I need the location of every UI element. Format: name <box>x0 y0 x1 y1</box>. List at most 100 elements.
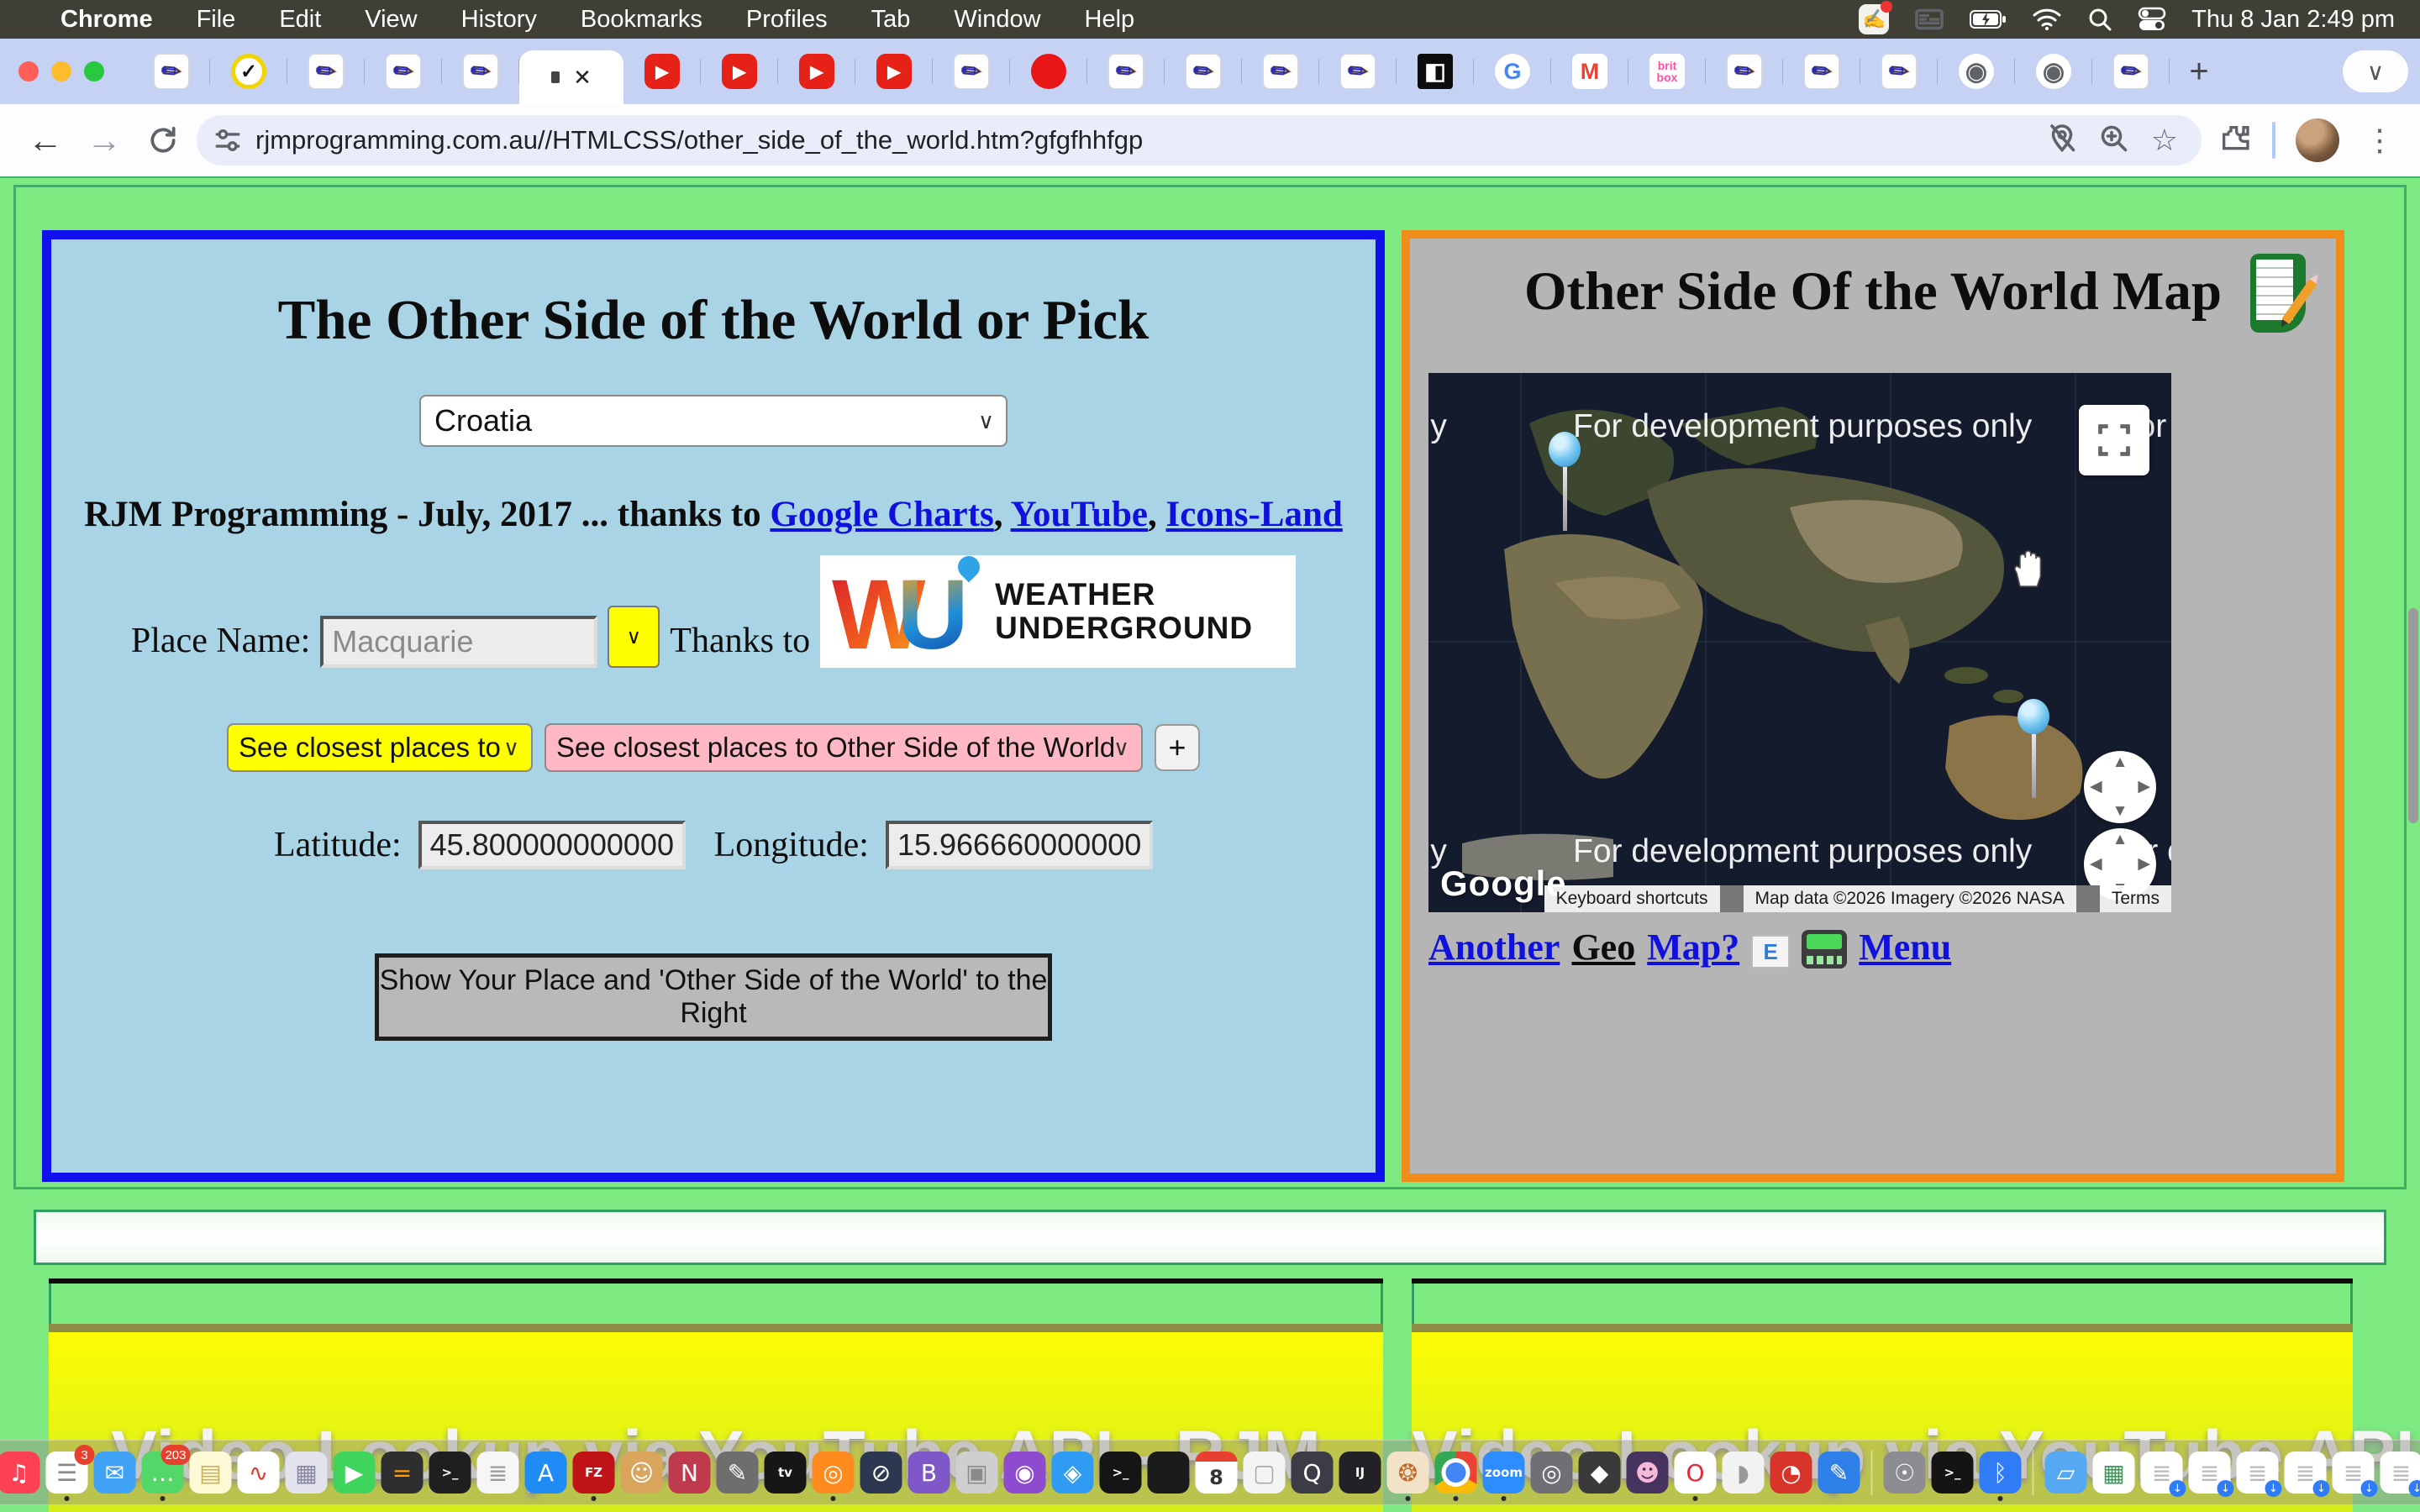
dock-news-icon[interactable]: N <box>669 1452 711 1494</box>
dock-character-app-icon[interactable]: ☻ <box>1627 1452 1669 1494</box>
profile-avatar[interactable] <box>2296 118 2339 162</box>
dock-podcasts-icon[interactable]: ◉ <box>1004 1452 1046 1494</box>
dock-accessibility-icon[interactable]: ☉ <box>1884 1452 1926 1494</box>
chrome-menu-icon[interactable]: ⋮ <box>2360 123 2400 158</box>
menu-view[interactable]: View <box>343 6 439 34</box>
tab-pencil-4[interactable]: ✎ <box>442 39 519 104</box>
tab-close-icon[interactable]: ✕ <box>573 65 592 91</box>
dock-terminal-icon[interactable]: >_ <box>429 1452 471 1494</box>
tab-youtube-9[interactable]: ▶ <box>855 39 933 104</box>
active-tab[interactable]: ✕ <box>519 50 623 104</box>
dock-gray-ring-icon[interactable]: ◎ <box>1531 1452 1573 1494</box>
tab-chrome-23[interactable]: ◉ <box>1938 39 2015 104</box>
dock-opera-icon[interactable]: O <box>1675 1452 1717 1494</box>
dock-facetime-icon[interactable]: ▶ <box>334 1452 376 1494</box>
tab-gmail-18[interactable]: M <box>1551 39 1628 104</box>
dock-filezilla-icon[interactable]: FZ <box>573 1452 615 1494</box>
tab-pencil-14[interactable]: ✎ <box>1242 39 1319 104</box>
map-question-link[interactable]: Map? <box>1647 926 1739 969</box>
back-button[interactable]: ← <box>20 115 71 165</box>
dock-bbedit-icon[interactable]: B <box>908 1452 950 1494</box>
menu-profiles[interactable]: Profiles <box>724 6 850 34</box>
close-window-button[interactable] <box>18 61 39 81</box>
wifi-icon[interactable] <box>2032 8 2062 31</box>
site-settings-icon[interactable] <box>213 126 242 155</box>
icons-land-link[interactable]: Icons-Land <box>1166 495 1343 534</box>
dock-preview-icon[interactable]: ▢ <box>1244 1452 1286 1494</box>
closest-places-select[interactable]: See closest places to ... ∨ <box>227 723 533 772</box>
zoom-page-icon[interactable] <box>2099 123 2129 158</box>
menu-link[interactable]: Menu <box>1859 926 1951 969</box>
dock-art-palette-icon[interactable]: ❂ <box>1387 1452 1429 1494</box>
dock-speedometer-icon[interactable]: ◔ <box>1770 1452 1812 1494</box>
add-button[interactable]: + <box>1155 724 1200 771</box>
dock-photos-icon[interactable]: ▣ <box>956 1452 998 1494</box>
forward-button[interactable]: → <box>79 115 129 165</box>
dock-intellij-icon[interactable]: IJ <box>1339 1452 1381 1494</box>
dock-downloads-folder-icon[interactable]: ▱ <box>2045 1452 2087 1494</box>
extensions-icon[interactable] <box>2218 122 2252 160</box>
tab-google-17[interactable]: G <box>1474 39 1551 104</box>
menubar-app-icon[interactable]: ✍ <box>1859 4 1889 34</box>
dock-contacts-icon[interactable]: ☺ <box>621 1452 663 1494</box>
dock-messages-icon[interactable]: …203 <box>142 1452 184 1494</box>
tab-britbox-19[interactable]: brit box <box>1628 39 1706 104</box>
show-place-button[interactable]: Show Your Place and 'Other Side of the W… <box>375 953 1052 1041</box>
tab-youtube-7[interactable]: ▶ <box>701 39 778 104</box>
keyboard-shortcuts-link[interactable]: Keyboard shortcuts <box>1544 889 1720 909</box>
closest-otherside-select[interactable]: See closest places to Other Side of the … <box>544 723 1143 772</box>
dock-blue-pencil-icon[interactable]: ✎ <box>1818 1452 1860 1494</box>
dock-terminal-2-icon[interactable]: >_ <box>1100 1452 1142 1494</box>
dock-firefox-icon[interactable]: ◎ <box>813 1452 855 1494</box>
dock-app-store-icon[interactable]: A <box>525 1452 567 1494</box>
dock-kui-terminal-icon[interactable]: >_ <box>1932 1452 1974 1494</box>
dock-calculator-icon[interactable]: = <box>381 1452 424 1494</box>
dock-calendar-icon[interactable]: 8 <box>1196 1452 1238 1494</box>
email-icon[interactable]: E <box>1751 935 1790 969</box>
dock-music-icon[interactable]: ♫ <box>0 1452 40 1494</box>
dock-apple-tv-icon[interactable]: tv <box>765 1452 807 1494</box>
country-select[interactable]: Croatia ∨ <box>419 395 1007 447</box>
tab-chrome-24[interactable]: ◉ <box>2015 39 2092 104</box>
tab-search-chevron[interactable]: ∨ <box>2343 50 2408 92</box>
menu-edit[interactable]: Edit <box>257 6 343 34</box>
dock-launchpad-icon[interactable]: ▦ <box>286 1452 328 1494</box>
dock-spreadsheet-icon[interactable]: ▦ <box>2093 1452 2135 1494</box>
page-scrollbar[interactable] <box>2408 608 2418 823</box>
notepad-pencil-icon[interactable] <box>2250 254 2306 333</box>
tab-pencil-2[interactable]: ✎ <box>287 39 365 104</box>
tab-record-11[interactable] <box>1010 39 1087 104</box>
place-mini-select[interactable]: ∨ <box>608 606 660 668</box>
terms-link[interactable]: Terms <box>2100 889 2171 909</box>
tab-youtube-8[interactable]: ▶ <box>778 39 855 104</box>
reload-button[interactable] <box>138 115 188 165</box>
tab-pencil-22[interactable]: ✎ <box>1860 39 1938 104</box>
zoom-window-button[interactable] <box>84 61 104 81</box>
google-charts-link[interactable]: Google Charts <box>770 495 993 534</box>
map-pin-origin[interactable] <box>1548 432 1581 531</box>
tab-pencil-25[interactable]: ✎ <box>2092 39 2170 104</box>
dock-chrome-icon[interactable] <box>1435 1452 1477 1494</box>
tab-pencil-3[interactable]: ✎ <box>365 39 442 104</box>
dock-pages-icon[interactable]: ≣ <box>477 1452 519 1494</box>
bookmark-star-icon[interactable]: ☆ <box>2151 123 2178 158</box>
tab-pencil-21[interactable]: ✎ <box>1783 39 1860 104</box>
menu-file[interactable]: File <box>175 6 258 34</box>
map-pan-control[interactable]: ▲◀▶▼ <box>2084 751 2156 823</box>
youtube-link[interactable]: YouTube <box>1011 495 1148 534</box>
menu-history[interactable]: History <box>439 6 559 34</box>
map-pin-antipode[interactable] <box>2017 699 2050 798</box>
tab-youtube-6[interactable]: ▶ <box>623 39 701 104</box>
keyboard-icon[interactable] <box>1914 7 1944 32</box>
dock-notes-icon[interactable]: ▤ <box>190 1452 232 1494</box>
tab-check-1[interactable]: ✓ <box>210 39 287 104</box>
menu-window[interactable]: Window <box>932 6 1062 34</box>
dock-quicktime-icon[interactable]: Q <box>1292 1452 1334 1494</box>
dock-download-doc-5-icon[interactable]: ≣ <box>2333 1452 2375 1494</box>
latitude-input[interactable] <box>418 821 686 869</box>
tab-pencil-15[interactable]: ✎ <box>1319 39 1397 104</box>
tab-pencil-20[interactable]: ✎ <box>1706 39 1783 104</box>
tab-pencil-13[interactable]: ✎ <box>1165 39 1242 104</box>
omnibox[interactable]: rjmprogramming.com.au//HTMLCSS/other_sid… <box>197 115 2202 165</box>
tab-pencil-0[interactable]: ✎ <box>133 39 210 104</box>
